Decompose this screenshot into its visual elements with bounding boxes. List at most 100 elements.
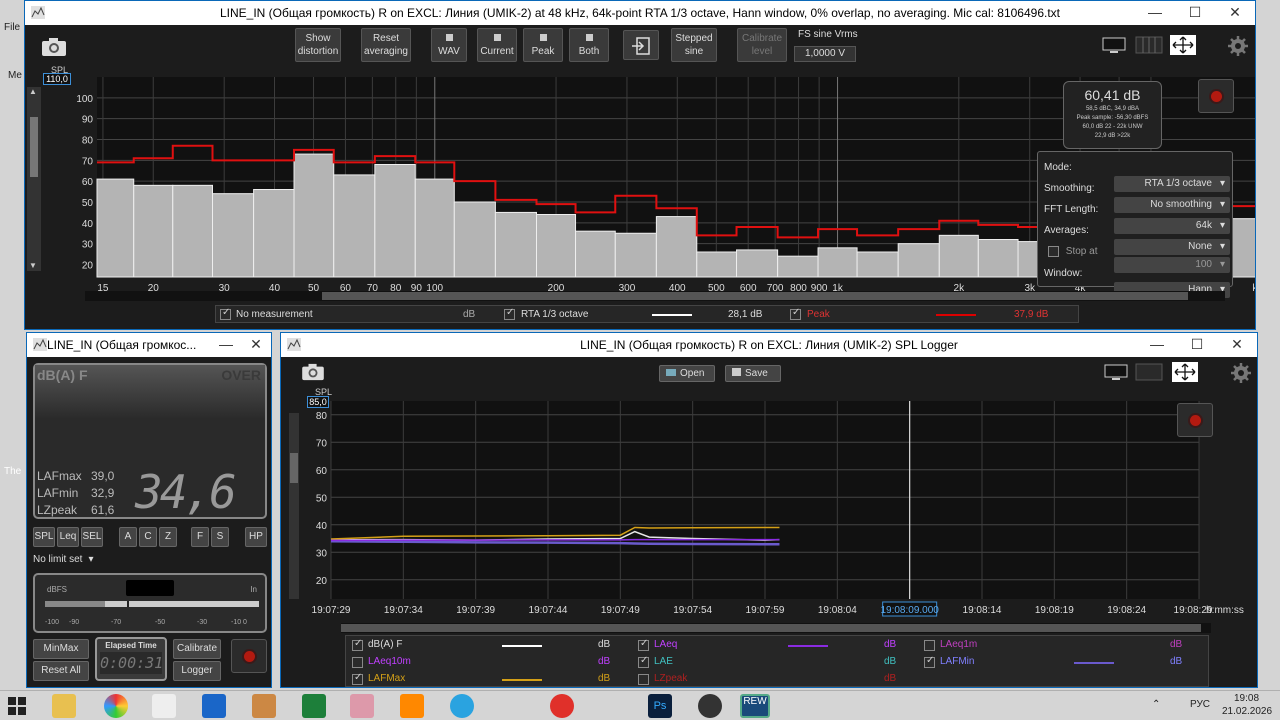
minimize-button[interactable]: — <box>1137 333 1177 357</box>
open-button[interactable]: Open <box>659 365 715 382</box>
rta-scroll-thumb[interactable] <box>322 292 1188 300</box>
logger-scroll-thumb[interactable] <box>341 624 1201 632</box>
calibrate-button[interactable]: Calibrate <box>173 639 221 659</box>
weight-button-c[interactable]: C <box>139 527 157 547</box>
maximize-button[interactable]: ☐ <box>1175 1 1215 25</box>
taskbar-sendto-icon[interactable] <box>202 694 226 718</box>
fit-arrows-icon[interactable] <box>1169 34 1197 56</box>
rta-button-distortion[interactable]: Show distortion <box>295 28 341 62</box>
export-button[interactable] <box>623 30 659 60</box>
taskbar-wordpress-icon[interactable] <box>698 694 722 718</box>
rta-level-strip[interactable]: ▲ ▼ <box>27 87 41 271</box>
stop-at-checkbox[interactable] <box>1048 246 1059 257</box>
rta-bar <box>536 214 577 278</box>
spl-record-button[interactable] <box>231 639 267 673</box>
peak-series-checkbox[interactable] <box>790 307 801 320</box>
taskbar-rew-icon[interactable]: REW <box>740 694 770 718</box>
taskbar-vivaldi-icon[interactable] <box>550 694 574 718</box>
taskbar-doc-icon[interactable] <box>152 694 176 718</box>
grid-layout-icon[interactable] <box>1135 36 1163 54</box>
rta-button-wav[interactable]: WAV <box>431 28 467 62</box>
taskbar-explorer-icon[interactable] <box>52 694 76 718</box>
fs-sine-value[interactable]: 1,0000 V <box>794 46 856 62</box>
rta-record-button[interactable] <box>1198 79 1234 113</box>
rta-button-both[interactable]: Both <box>569 28 609 62</box>
legend-checkbox-laeq1m[interactable] <box>924 640 935 651</box>
logger-button[interactable]: Logger <box>173 661 221 681</box>
taskbar-paint-icon[interactable] <box>350 694 374 718</box>
close-button[interactable]: ✕ <box>1215 1 1255 25</box>
close-button[interactable]: ✕ <box>1217 333 1257 357</box>
settings-gear-icon[interactable] <box>1228 36 1248 56</box>
rta-button-current[interactable]: Current <box>477 28 517 62</box>
minimize-button[interactable]: — <box>211 333 241 357</box>
logger-y-tick: 40 <box>316 521 328 532</box>
spl-meter-title-bar[interactable]: LINE_IN (Общая громкос... — ✕ <box>27 333 271 357</box>
legend-checkbox-laeq[interactable] <box>638 638 649 651</box>
mode-button-sel[interactable]: SEL <box>81 527 103 547</box>
limit-dropdown[interactable]: No limit set ▾ <box>33 551 113 569</box>
taskbar-calculator-icon[interactable] <box>302 694 326 718</box>
minmax-button[interactable]: MinMax <box>33 639 89 659</box>
tray-language[interactable]: РУС <box>1190 699 1210 710</box>
logger-horizontal-scrollbar[interactable] <box>341 623 1211 633</box>
hp-button[interactable]: HP <box>245 527 267 547</box>
legend-checkbox-lafmax[interactable] <box>352 672 363 685</box>
taskbar-speaker-icon[interactable] <box>252 694 276 718</box>
mode-button-leq[interactable]: Leq <box>57 527 79 547</box>
logger-level-thumb[interactable] <box>290 453 298 483</box>
settings-gear-icon[interactable] <box>1231 363 1251 383</box>
taskbar-vlc-icon[interactable] <box>400 694 424 718</box>
rta-level-down-arrow[interactable]: ▼ <box>29 261 37 270</box>
tray-date[interactable]: 21.02.2026 <box>1222 706 1272 717</box>
logger-record-button[interactable] <box>1177 403 1213 437</box>
camera-icon[interactable] <box>301 363 325 381</box>
no-measurement-checkbox[interactable] <box>220 307 231 320</box>
rta-level-thumb[interactable] <box>30 117 38 177</box>
reset-all-button[interactable]: Reset All <box>33 661 89 681</box>
rta-button-level[interactable]: Calibrate level <box>737 28 787 62</box>
legend-checkbox-lae[interactable] <box>638 655 649 668</box>
legend-checkbox-lafmin[interactable] <box>924 655 935 668</box>
tray-time[interactable]: 19:08 <box>1234 693 1259 704</box>
camera-icon[interactable] <box>41 37 67 57</box>
spl-logger-graph[interactable]: 80 70 60 50 40 30 20 19:07:29 19:07:34 19:07:39 19… <box>301 393 1251 623</box>
close-button[interactable]: ✕ <box>241 333 271 357</box>
rta-button-sine[interactable]: Stepped sine <box>671 28 717 62</box>
taskbar-photoshop-icon[interactable]: Ps <box>648 694 672 718</box>
logger-window-title: LINE_IN (Общая громкость) R on EXCL: Лин… <box>580 338 958 352</box>
monitor-icon[interactable] <box>1101 36 1127 54</box>
maximize-button[interactable]: ☐ <box>1177 333 1217 357</box>
time-button-f[interactable]: F <box>191 527 209 547</box>
rta-bar <box>977 239 1019 278</box>
weight-button-z[interactable]: Z <box>159 527 177 547</box>
logger-level-strip[interactable] <box>289 413 299 599</box>
rta-button-averaging[interactable]: Reset averaging <box>361 28 411 62</box>
rta-series-checkbox[interactable] <box>504 307 515 320</box>
legend-unit: dB <box>598 639 611 650</box>
rta-button-peak[interactable]: Peak <box>523 28 563 62</box>
taskbar-chrome-icon[interactable] <box>104 694 128 718</box>
legend-checkbox-dbaf[interactable] <box>352 638 363 651</box>
rta-horizontal-scrollbar[interactable] <box>85 291 1225 301</box>
rta-button-line1: Calibrate <box>741 33 783 44</box>
taskbar-telegram-icon[interactable] <box>450 694 474 718</box>
rta-title-bar[interactable]: LINE_IN (Общая громкость) R on EXCL: Лин… <box>25 1 1255 25</box>
desktop-file-menu[interactable]: File <box>4 22 20 33</box>
setting-row-2: FFT Length: 64k <box>1044 202 1230 234</box>
fit-arrows-icon[interactable] <box>1171 361 1199 383</box>
rta-y-tick: 50 <box>82 198 94 209</box>
weight-button-a[interactable]: A <box>119 527 137 547</box>
save-button[interactable]: Save <box>725 365 781 382</box>
windows-start-icon[interactable] <box>8 697 26 715</box>
grid-layout-icon[interactable] <box>1135 363 1163 381</box>
rta-level-up-arrow[interactable]: ▲ <box>29 87 37 96</box>
legend-checkbox-lzpeak[interactable] <box>638 674 649 685</box>
mode-button-spl[interactable]: SPL <box>33 527 55 547</box>
minimize-button[interactable]: — <box>1135 1 1175 25</box>
legend-checkbox-laeq10m[interactable] <box>352 657 363 668</box>
logger-title-bar[interactable]: LINE_IN (Общая громкость) R on EXCL: Лин… <box>281 333 1257 357</box>
monitor-icon[interactable] <box>1103 363 1129 381</box>
time-button-s[interactable]: S <box>211 527 229 547</box>
tray-arrow-icon[interactable]: ⌃ <box>1152 699 1160 710</box>
